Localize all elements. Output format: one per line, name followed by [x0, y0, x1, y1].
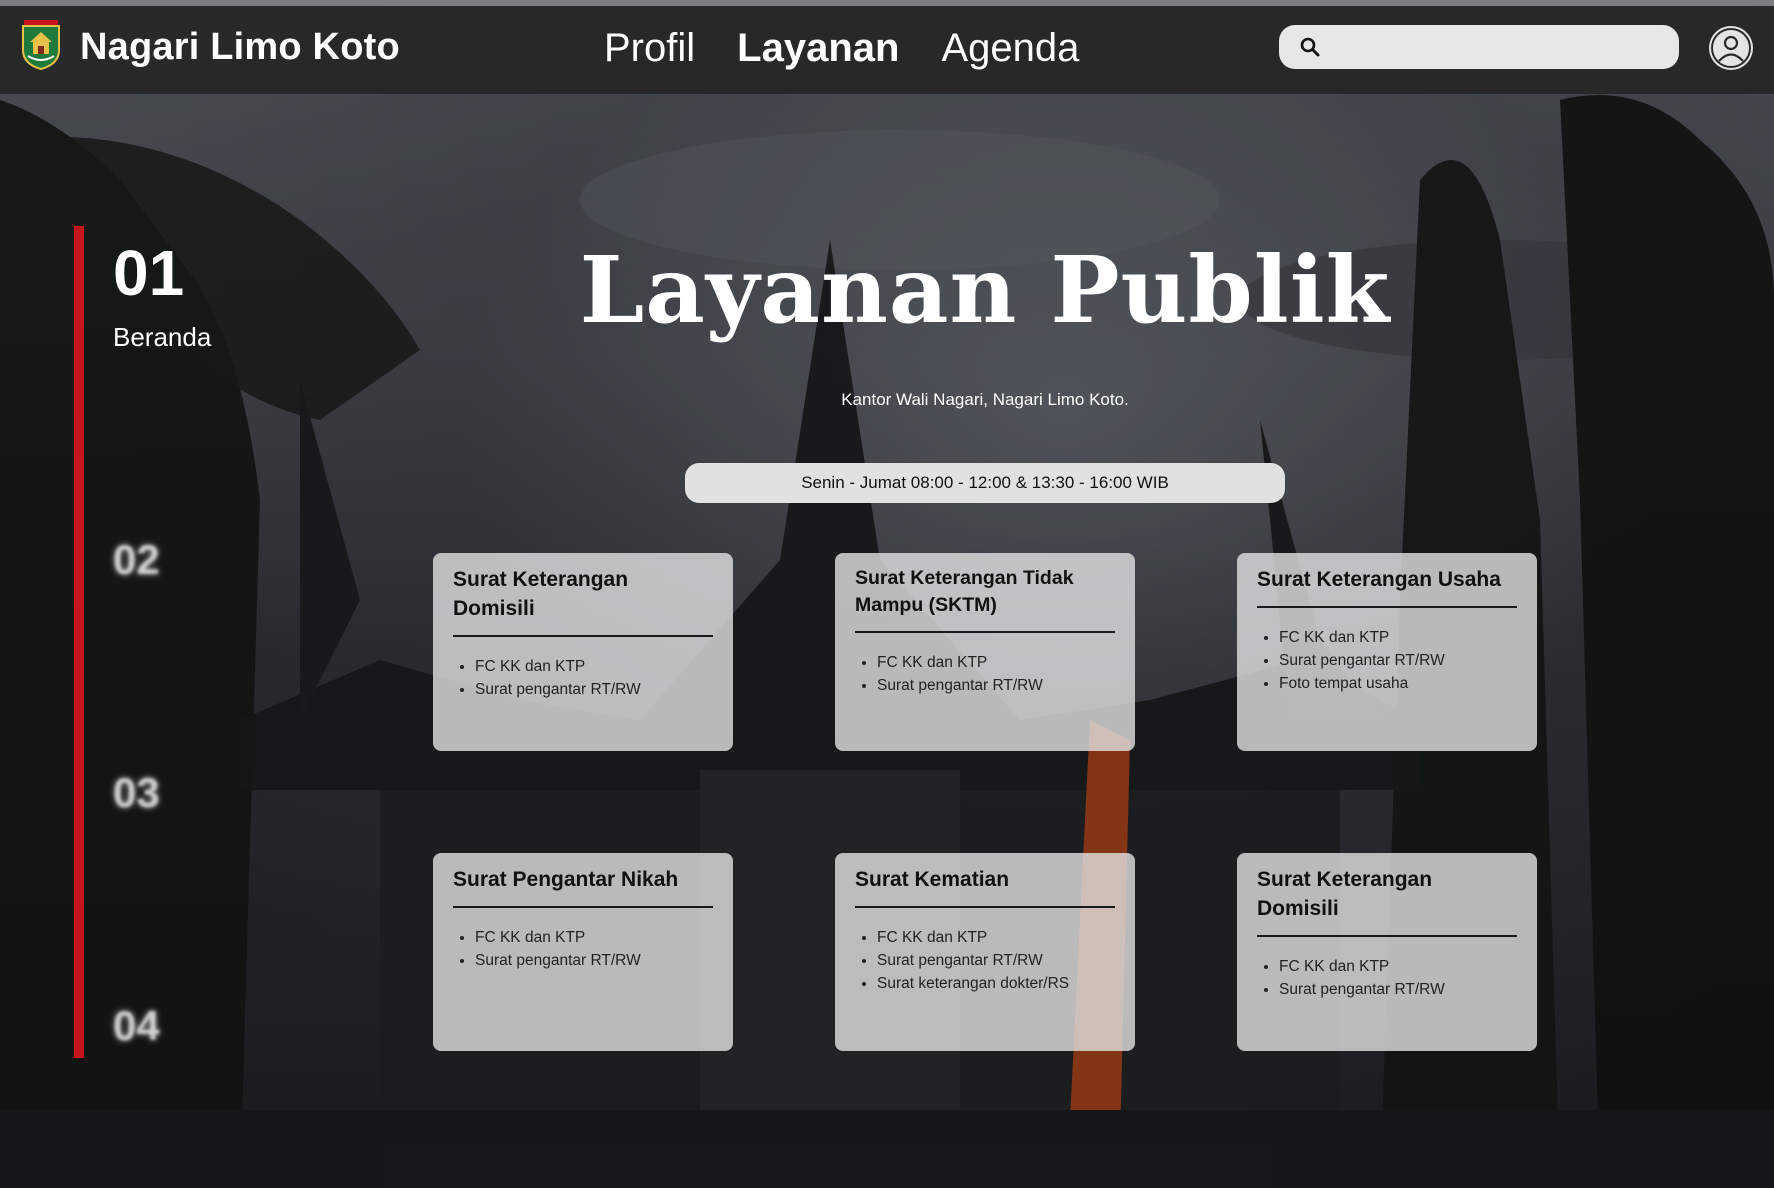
requirement-item: FC KK dan KTP: [1279, 955, 1517, 978]
requirements-list: FC KK dan KTP Surat pengantar RT/RW: [1257, 955, 1517, 1001]
navbar: Nagari Limo Koto Profil Layanan Agenda: [0, 6, 1774, 94]
main-nav: Profil Layanan Agenda: [604, 26, 1079, 71]
requirement-item: Surat pengantar RT/RW: [475, 949, 713, 972]
requirement-item: FC KK dan KTP: [475, 926, 713, 949]
service-card[interactable]: Surat Keterangan Tidak Mampu (SKTM) FC K…: [835, 553, 1135, 751]
requirements-list: FC KK dan KTP Surat pengantar RT/RW: [453, 655, 713, 701]
service-card-title: Surat Keterangan Domisili: [1257, 865, 1517, 937]
requirement-item: Surat keterangan dokter/RS: [877, 972, 1115, 995]
section-number-02[interactable]: 02: [113, 536, 160, 584]
section-number-04[interactable]: 04: [113, 1002, 160, 1050]
section-number-active[interactable]: 01: [113, 236, 184, 310]
page-subtitle: Kantor Wali Nagari, Nagari Limo Koto.: [841, 390, 1129, 409]
service-card[interactable]: Surat Kematian FC KK dan KTP Surat penga…: [835, 853, 1135, 1051]
requirements-list: FC KK dan KTP Surat pengantar RT/RW Foto…: [1257, 626, 1517, 695]
requirement-item: Surat pengantar RT/RW: [1279, 649, 1517, 672]
requirement-item: FC KK dan KTP: [475, 655, 713, 678]
section-label-active[interactable]: Beranda: [113, 322, 211, 353]
requirement-item: Surat pengantar RT/RW: [1279, 978, 1517, 1001]
nagari-emblem-logo[interactable]: [20, 20, 62, 70]
service-card-title: Surat Keterangan Tidak Mampu (SKTM): [855, 565, 1115, 633]
requirements-list: FC KK dan KTP Surat pengantar RT/RW Sura…: [855, 926, 1115, 995]
requirement-item: FC KK dan KTP: [877, 651, 1115, 674]
timeline-bar: [74, 226, 84, 1058]
requirement-item: Foto tempat usaha: [1279, 672, 1517, 695]
page-title: Layanan Publik: [579, 236, 1391, 344]
requirement-item: Surat pengantar RT/RW: [475, 678, 713, 701]
requirement-item: Surat pengantar RT/RW: [877, 949, 1115, 972]
nav-profil[interactable]: Profil: [604, 26, 695, 71]
office-hours-badge: Senin - Jumat 08:00 - 12:00 & 13:30 - 16…: [685, 463, 1285, 503]
requirement-item: FC KK dan KTP: [877, 926, 1115, 949]
service-card[interactable]: Surat Keterangan Domisili FC KK dan KTP …: [433, 553, 733, 751]
service-card-title: Surat Keterangan Domisili: [453, 565, 713, 637]
nav-layanan[interactable]: Layanan: [737, 26, 899, 71]
service-card[interactable]: Surat Keterangan Domisili FC KK dan KTP …: [1237, 853, 1537, 1051]
service-card-title: Surat Pengantar Nikah: [453, 865, 713, 908]
search-input[interactable]: [1333, 31, 1667, 65]
requirement-item: FC KK dan KTP: [1279, 626, 1517, 649]
site-brand[interactable]: Nagari Limo Koto: [80, 26, 400, 69]
search-icon[interactable]: [1299, 36, 1321, 58]
user-avatar-icon[interactable]: [1707, 24, 1755, 72]
search-box[interactable]: [1279, 25, 1679, 69]
section-number-03[interactable]: 03: [113, 769, 160, 817]
service-card-title: Surat Keterangan Usaha: [1257, 565, 1517, 608]
service-card-title: Surat Kematian: [855, 865, 1115, 908]
requirements-list: FC KK dan KTP Surat pengantar RT/RW: [855, 651, 1115, 697]
requirement-item: Surat pengantar RT/RW: [877, 674, 1115, 697]
service-card[interactable]: Surat Keterangan Usaha FC KK dan KTP Sur…: [1237, 553, 1537, 751]
service-card[interactable]: Surat Pengantar Nikah FC KK dan KTP Sura…: [433, 853, 733, 1051]
requirements-list: FC KK dan KTP Surat pengantar RT/RW: [453, 926, 713, 972]
nav-agenda[interactable]: Agenda: [941, 26, 1079, 71]
